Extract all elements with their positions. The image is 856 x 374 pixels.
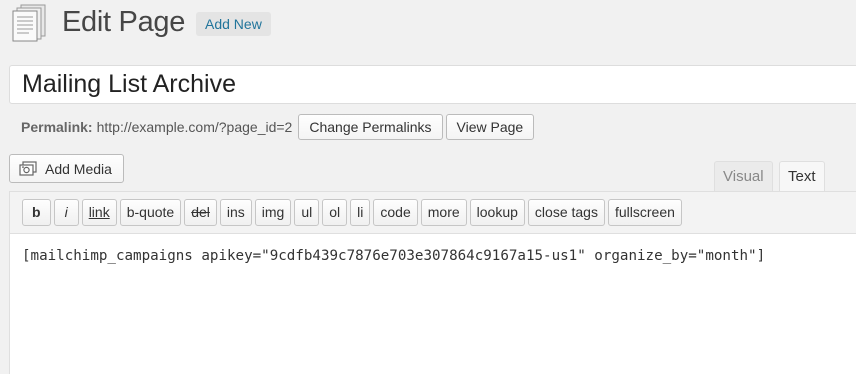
add-media-button[interactable]: Add Media bbox=[9, 154, 124, 183]
media-icon bbox=[19, 160, 37, 176]
qt-ul-button[interactable]: ul bbox=[294, 199, 320, 226]
content-textarea[interactable]: [mailchimp_campaigns apikey="9cdfb439c78… bbox=[10, 234, 856, 374]
qt-code-button[interactable]: code bbox=[373, 199, 418, 226]
qt-close-tags-button[interactable]: close tags bbox=[527, 199, 605, 226]
permalink-label: Permalink: bbox=[21, 119, 93, 135]
tab-visual[interactable]: Visual bbox=[714, 161, 773, 192]
qt-img-button[interactable]: img bbox=[254, 199, 292, 226]
qt-italic-button[interactable]: i bbox=[53, 199, 79, 226]
qt-li-button[interactable]: li bbox=[350, 199, 371, 226]
content-editor: b i link b-quote del ins img ul ol li co… bbox=[9, 191, 856, 374]
qt-blockquote-button[interactable]: b-quote bbox=[119, 199, 182, 226]
tab-text[interactable]: Text bbox=[779, 161, 825, 193]
post-title-input[interactable]: Mailing List Archive bbox=[9, 65, 856, 104]
qt-del-button[interactable]: del bbox=[184, 199, 217, 226]
qt-ins-button[interactable]: ins bbox=[219, 199, 252, 226]
qt-fullscreen-button[interactable]: fullscreen bbox=[607, 199, 682, 226]
add-new-button[interactable]: Add New bbox=[196, 12, 271, 36]
quicktags-toolbar: b i link b-quote del ins img ul ol li co… bbox=[10, 192, 856, 234]
page-icon bbox=[12, 4, 46, 42]
add-media-label: Add Media bbox=[45, 160, 112, 177]
qt-link-button[interactable]: link bbox=[81, 199, 117, 226]
edit-page-screen: Edit Page Add New Mailing List Archive P… bbox=[0, 0, 856, 374]
qt-lookup-button[interactable]: lookup bbox=[469, 199, 525, 226]
change-permalinks-button[interactable]: Change Permalinks bbox=[298, 114, 443, 140]
qt-ol-button[interactable]: ol bbox=[322, 199, 348, 226]
permalink-row: Permalink: http://example.com/?page_id=2… bbox=[21, 113, 535, 141]
qt-bold-button[interactable]: b bbox=[22, 199, 51, 226]
page-title: Edit Page bbox=[62, 6, 186, 38]
permalink-url[interactable]: http://example.com/?page_id=2 bbox=[97, 119, 293, 135]
view-page-button[interactable]: View Page bbox=[445, 114, 535, 140]
qt-more-button[interactable]: more bbox=[420, 199, 467, 226]
